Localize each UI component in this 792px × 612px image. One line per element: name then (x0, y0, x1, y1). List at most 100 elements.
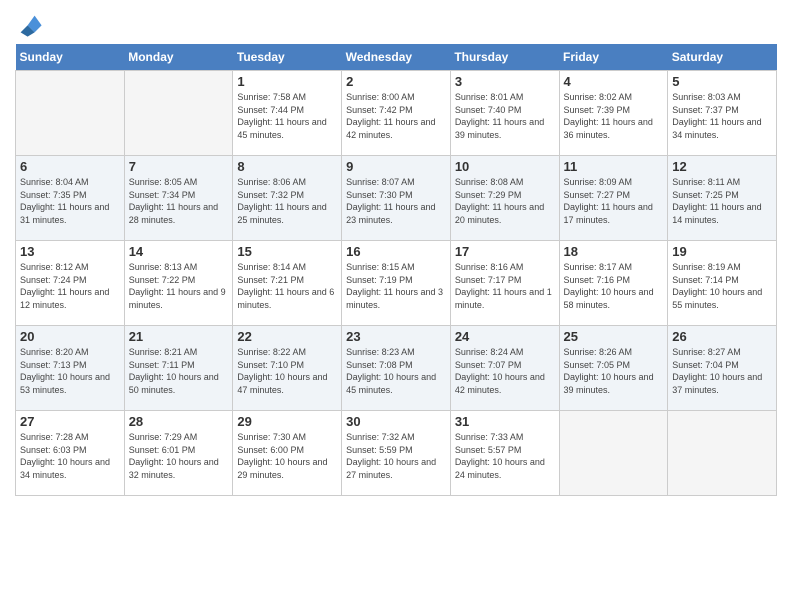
day-number: 29 (237, 414, 337, 429)
day-number: 28 (129, 414, 229, 429)
calendar-cell: 5Sunrise: 8:03 AM Sunset: 7:37 PM Daylig… (668, 71, 777, 156)
day-info: Sunrise: 8:07 AM Sunset: 7:30 PM Dayligh… (346, 176, 446, 226)
day-info: Sunrise: 8:13 AM Sunset: 7:22 PM Dayligh… (129, 261, 229, 311)
day-number: 13 (20, 244, 120, 259)
calendar-week-3: 13Sunrise: 8:12 AM Sunset: 7:24 PM Dayli… (16, 241, 777, 326)
day-number: 31 (455, 414, 555, 429)
calendar-week-4: 20 Sunrise: 8:20 AM Sunset: 7:13 PM Dayli… (16, 326, 777, 411)
day-number: 21 (129, 329, 229, 344)
day-number: 12 (672, 159, 772, 174)
header-saturday: Saturday (668, 44, 777, 71)
calendar-cell (559, 411, 668, 496)
calendar-cell: 15Sunrise: 8:14 AM Sunset: 7:21 PM Dayli… (233, 241, 342, 326)
day-number: 20 (20, 329, 120, 344)
day-info: Sunrise: 7:58 AM Sunset: 7:44 PM Dayligh… (237, 91, 337, 141)
day-info: Sunrise: 8:15 AM Sunset: 7:19 PM Dayligh… (346, 261, 446, 311)
calendar-cell: 3 Sunrise: 8:01 AM Sunset: 7:40 PM Daylig… (450, 71, 559, 156)
calendar-cell: 24 Sunrise: 8:24 AM Sunset: 7:07 PM Dayli… (450, 326, 559, 411)
header-row: SundayMondayTuesdayWednesdayThursdayFrid… (16, 44, 777, 71)
day-info: Sunrise: 8:24 AM Sunset: 7:07 PM Dayligh… (455, 346, 555, 396)
day-number: 27 (20, 414, 120, 429)
calendar-cell: 14 Sunrise: 8:13 AM Sunset: 7:22 PM Dayli… (124, 241, 233, 326)
day-number: 10 (455, 159, 555, 174)
day-number: 9 (346, 159, 446, 174)
day-number: 18 (564, 244, 664, 259)
day-info: Sunrise: 8:11 AM Sunset: 7:25 PM Dayligh… (672, 176, 772, 226)
day-number: 19 (672, 244, 772, 259)
page-container: SundayMondayTuesdayWednesdayThursdayFrid… (0, 0, 792, 511)
calendar-cell (124, 71, 233, 156)
day-number: 24 (455, 329, 555, 344)
calendar-cell: 30Sunrise: 7:32 AM Sunset: 5:59 PM Dayli… (342, 411, 451, 496)
day-number: 30 (346, 414, 446, 429)
header-tuesday: Tuesday (233, 44, 342, 71)
day-number: 1 (237, 74, 337, 89)
day-number: 7 (129, 159, 229, 174)
header-wednesday: Wednesday (342, 44, 451, 71)
calendar-cell: 18 Sunrise: 8:17 AM Sunset: 7:16 PM Dayli… (559, 241, 668, 326)
day-info: Sunrise: 8:17 AM Sunset: 7:16 PM Dayligh… (564, 261, 664, 311)
calendar-cell: 20 Sunrise: 8:20 AM Sunset: 7:13 PM Dayli… (16, 326, 125, 411)
day-number: 26 (672, 329, 772, 344)
calendar-cell: 23 Sunrise: 8:23 AM Sunset: 7:08 PM Dayli… (342, 326, 451, 411)
calendar-cell: 9 Sunrise: 8:07 AM Sunset: 7:30 PM Daylig… (342, 156, 451, 241)
calendar-cell (668, 411, 777, 496)
day-info: Sunrise: 8:20 AM Sunset: 7:13 PM Dayligh… (20, 346, 120, 396)
day-info: Sunrise: 8:26 AM Sunset: 7:05 PM Dayligh… (564, 346, 664, 396)
day-info: Sunrise: 8:00 AM Sunset: 7:42 PM Dayligh… (346, 91, 446, 141)
day-info: Sunrise: 7:30 AM Sunset: 6:00 PM Dayligh… (237, 431, 337, 481)
calendar-cell: 6Sunrise: 8:04 AM Sunset: 7:35 PM Daylig… (16, 156, 125, 241)
day-info: Sunrise: 8:09 AM Sunset: 7:27 PM Dayligh… (564, 176, 664, 226)
calendar-cell: 25 Sunrise: 8:26 AM Sunset: 7:05 PM Dayli… (559, 326, 668, 411)
day-info: Sunrise: 8:14 AM Sunset: 7:21 PM Dayligh… (237, 261, 337, 311)
calendar-cell: 29 Sunrise: 7:30 AM Sunset: 6:00 PM Dayli… (233, 411, 342, 496)
calendar-week-5: 27 Sunrise: 7:28 AM Sunset: 6:03 PM Dayli… (16, 411, 777, 496)
calendar-cell (16, 71, 125, 156)
calendar-week-2: 6Sunrise: 8:04 AM Sunset: 7:35 PM Daylig… (16, 156, 777, 241)
day-number: 3 (455, 74, 555, 89)
day-info: Sunrise: 7:33 AM Sunset: 5:57 PM Dayligh… (455, 431, 555, 481)
calendar-table: SundayMondayTuesdayWednesdayThursdayFrid… (15, 44, 777, 496)
day-info: Sunrise: 8:03 AM Sunset: 7:37 PM Dayligh… (672, 91, 772, 141)
calendar-cell: 16 Sunrise: 8:15 AM Sunset: 7:19 PM Dayli… (342, 241, 451, 326)
calendar-cell: 4Sunrise: 8:02 AM Sunset: 7:39 PM Daylig… (559, 71, 668, 156)
day-info: Sunrise: 8:22 AM Sunset: 7:10 PM Dayligh… (237, 346, 337, 396)
calendar-cell: 17 Sunrise: 8:16 AM Sunset: 7:17 PM Dayli… (450, 241, 559, 326)
logo (15, 10, 47, 38)
logo-icon (15, 10, 43, 38)
calendar-cell: 7 Sunrise: 8:05 AM Sunset: 7:34 PM Daylig… (124, 156, 233, 241)
header-sunday: Sunday (16, 44, 125, 71)
day-info: Sunrise: 8:19 AM Sunset: 7:14 PM Dayligh… (672, 261, 772, 311)
calendar-cell: 1 Sunrise: 7:58 AM Sunset: 7:44 PM Daylig… (233, 71, 342, 156)
calendar-cell: 13Sunrise: 8:12 AM Sunset: 7:24 PM Dayli… (16, 241, 125, 326)
day-info: Sunrise: 8:16 AM Sunset: 7:17 PM Dayligh… (455, 261, 555, 311)
day-number: 23 (346, 329, 446, 344)
day-info: Sunrise: 8:05 AM Sunset: 7:34 PM Dayligh… (129, 176, 229, 226)
day-number: 14 (129, 244, 229, 259)
calendar-cell: 26Sunrise: 8:27 AM Sunset: 7:04 PM Dayli… (668, 326, 777, 411)
day-number: 17 (455, 244, 555, 259)
day-number: 11 (564, 159, 664, 174)
header-friday: Friday (559, 44, 668, 71)
calendar-cell: 19 Sunrise: 8:19 AM Sunset: 7:14 PM Dayli… (668, 241, 777, 326)
day-info: Sunrise: 8:23 AM Sunset: 7:08 PM Dayligh… (346, 346, 446, 396)
calendar-cell: 8Sunrise: 8:06 AM Sunset: 7:32 PM Daylig… (233, 156, 342, 241)
day-number: 25 (564, 329, 664, 344)
calendar-cell: 28Sunrise: 7:29 AM Sunset: 6:01 PM Dayli… (124, 411, 233, 496)
day-info: Sunrise: 7:28 AM Sunset: 6:03 PM Dayligh… (20, 431, 120, 481)
calendar-cell: 2Sunrise: 8:00 AM Sunset: 7:42 PM Daylig… (342, 71, 451, 156)
calendar-cell: 21 Sunrise: 8:21 AM Sunset: 7:11 PM Dayli… (124, 326, 233, 411)
calendar-cell: 31 Sunrise: 7:33 AM Sunset: 5:57 PM Dayli… (450, 411, 559, 496)
calendar-cell: 11 Sunrise: 8:09 AM Sunset: 7:27 PM Dayli… (559, 156, 668, 241)
day-number: 16 (346, 244, 446, 259)
day-number: 22 (237, 329, 337, 344)
day-info: Sunrise: 8:21 AM Sunset: 7:11 PM Dayligh… (129, 346, 229, 396)
header-monday: Monday (124, 44, 233, 71)
page-header (15, 10, 777, 38)
calendar-week-1: 1 Sunrise: 7:58 AM Sunset: 7:44 PM Daylig… (16, 71, 777, 156)
calendar-cell: 10Sunrise: 8:08 AM Sunset: 7:29 PM Dayli… (450, 156, 559, 241)
day-info: Sunrise: 8:06 AM Sunset: 7:32 PM Dayligh… (237, 176, 337, 226)
header-thursday: Thursday (450, 44, 559, 71)
calendar-cell: 12 Sunrise: 8:11 AM Sunset: 7:25 PM Dayli… (668, 156, 777, 241)
day-info: Sunrise: 8:01 AM Sunset: 7:40 PM Dayligh… (455, 91, 555, 141)
